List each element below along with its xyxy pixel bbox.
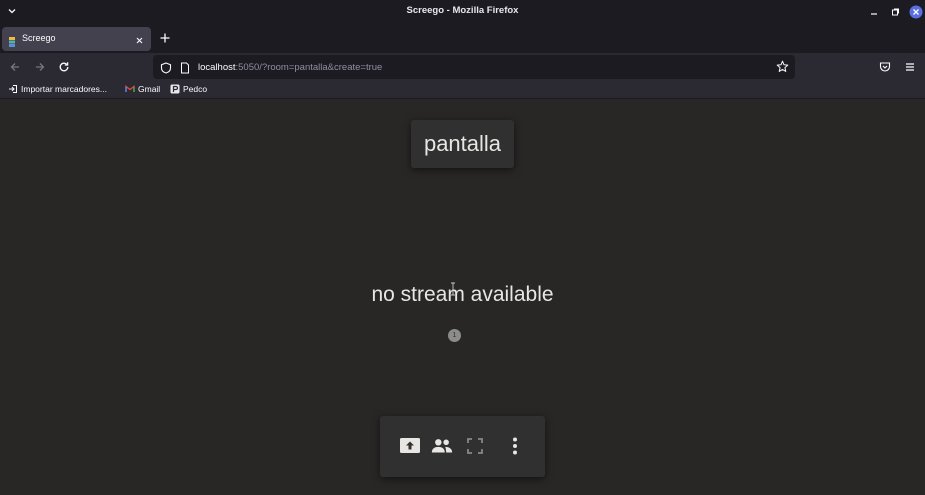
back-icon[interactable] bbox=[7, 59, 23, 75]
participants-count-badge: 1 bbox=[448, 329, 461, 342]
room-name: pantalla bbox=[423, 131, 502, 156]
restore-icon[interactable] bbox=[888, 5, 902, 19]
room-controls-toolbar bbox=[380, 416, 545, 477]
bookmark-label: Gmail bbox=[138, 84, 161, 94]
reload-icon[interactable] bbox=[56, 59, 72, 75]
minimize-icon[interactable] bbox=[867, 5, 881, 19]
bookmark-gmail[interactable]: Gmail bbox=[125, 84, 160, 94]
hamburger-menu-icon[interactable] bbox=[902, 59, 918, 75]
tracking-protection-shield-icon[interactable] bbox=[160, 61, 172, 74]
url-path: :5050/?room=pantalla&create=true bbox=[235, 62, 383, 73]
people-icon bbox=[431, 439, 453, 453]
participants-button[interactable] bbox=[430, 434, 454, 458]
bookmark-label: Importar marcadores... bbox=[21, 84, 107, 94]
share-screen-button[interactable] bbox=[398, 434, 422, 458]
bookmarks-toolbar: Importar marcadores... Gmail Pedco bbox=[0, 81, 925, 99]
forward-icon[interactable] bbox=[32, 59, 48, 75]
share-screen-icon bbox=[400, 438, 420, 453]
page-info-icon[interactable] bbox=[180, 61, 190, 74]
url-text[interactable]: localhost:5050/?room=pantalla&create=tru… bbox=[198, 62, 382, 73]
bookmark-pedco[interactable]: Pedco bbox=[170, 84, 207, 94]
text-cursor-icon bbox=[450, 282, 456, 296]
room-name-card: pantalla bbox=[411, 120, 514, 168]
new-tab-icon[interactable] bbox=[158, 31, 172, 45]
window-title: Screego - Mozilla Firefox bbox=[406, 5, 519, 16]
screego-favicon-icon bbox=[9, 34, 15, 47]
no-stream-message: no stream available bbox=[371, 283, 554, 306]
tab-label: Screego bbox=[22, 33, 56, 43]
more-vert-icon bbox=[513, 437, 517, 455]
gmail-icon bbox=[125, 84, 135, 94]
tab-screego[interactable]: Screego bbox=[2, 27, 151, 51]
pocket-icon[interactable] bbox=[877, 59, 893, 75]
fullscreen-button[interactable] bbox=[463, 434, 487, 458]
close-window-icon[interactable] bbox=[909, 5, 923, 19]
fullscreen-icon bbox=[467, 438, 483, 454]
bookmark-import[interactable]: Importar marcadores... bbox=[8, 84, 107, 94]
bookmark-label: Pedco bbox=[183, 84, 208, 94]
url-bar[interactable]: localhost:5050/?room=pantalla&create=tru… bbox=[153, 55, 795, 79]
bookmark-star-icon[interactable] bbox=[776, 60, 789, 73]
pedco-icon bbox=[170, 84, 180, 94]
import-icon bbox=[8, 84, 18, 94]
tab-strip: Screego bbox=[0, 24, 925, 53]
navigation-bar: localhost:5050/?room=pantalla&create=tru… bbox=[0, 53, 925, 81]
screego-page: pantalla no stream available bbox=[0, 99, 925, 495]
tab-close-icon[interactable] bbox=[134, 33, 145, 44]
window-titlebar: Screego - Mozilla Firefox bbox=[0, 0, 925, 24]
url-host: localhost bbox=[198, 62, 236, 73]
more-options-button[interactable] bbox=[503, 434, 527, 458]
